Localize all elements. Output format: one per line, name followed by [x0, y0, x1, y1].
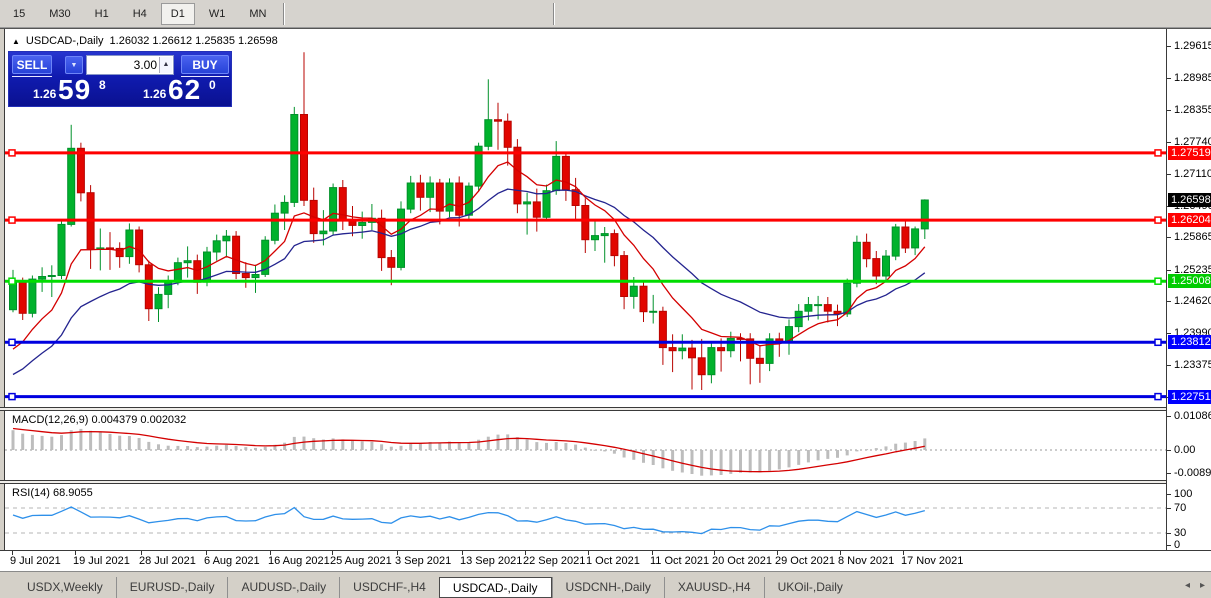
timeframe-button-m30[interactable]: M30 [39, 3, 80, 25]
current-price-badge: 1.26598 [1168, 193, 1211, 207]
tab-scroll-right-icon[interactable]: ▸ [1200, 580, 1205, 591]
mt4-window: 15 M30 H1 H4 D1 W1 MN MACD(12,26,9) 0.004379 0… [0, 0, 1211, 598]
buy-price-prefix: 1.26 [143, 87, 167, 101]
chart-ohlc-values: 1.26032 1.26612 1.25835 1.26598 [109, 35, 278, 47]
volume-input[interactable] [91, 58, 157, 72]
level-price-badge: 1.27519 [1168, 146, 1211, 160]
toolbar-separator [283, 2, 286, 25]
date-label: 6 Aug 2021 [204, 555, 260, 567]
date-label: 16 Aug 2021 [268, 555, 330, 567]
level-price-badge: 1.26204 [1168, 213, 1211, 227]
tab-usdcnhdaily[interactable]: USDCNH-,Daily [551, 577, 664, 598]
date-label: 22 Sep 2021 [523, 555, 586, 567]
tab-ukoildaily[interactable]: UKOil-,Daily [763, 577, 856, 598]
sell-price-big: 59 [58, 74, 92, 105]
buy-price-sup: 0 [209, 78, 216, 92]
timeframe-button-15[interactable]: 15 [3, 3, 35, 25]
buy-price-big: 62 [168, 74, 202, 105]
sell-price-prefix: 1.26 [33, 87, 57, 101]
date-label: 19 Jul 2021 [73, 555, 130, 567]
rsi-line [12, 506, 925, 535]
volume-dropdown-button[interactable]: ▼ [65, 56, 83, 74]
date-label: 13 Sep 2021 [460, 555, 523, 567]
timeframe-button-d1[interactable]: D1 [160, 2, 195, 25]
macd-indicator-label: MACD(12,26,9) 0.004379 0.002032 [12, 414, 187, 426]
date-label: 3 Sep 2021 [395, 555, 452, 567]
date-axis[interactable]: 9 Jul 2021 19 Jul 2021 28 Jul 2021 6 Aug 20… [0, 550, 1211, 572]
date-label: 29 Oct 2021 [775, 555, 835, 567]
rsi-panel[interactable] [5, 484, 1166, 550]
volume-up-spinner[interactable]: ▲ [159, 57, 172, 73]
date-label: 8 Nov 2021 [838, 555, 895, 567]
tab-eurusddaily[interactable]: EURUSD-,Daily [115, 577, 228, 598]
price-axis[interactable]: 1.296151.289851.283551.277401.271101.264… [1167, 29, 1211, 572]
date-label: 28 Jul 2021 [139, 555, 196, 567]
one-click-trading-panel: SELL ▼ ▲ BUY 1.26 59 8 1.26 62 0 [8, 51, 232, 107]
chart-title: ▲ USDCAD-,Daily 1.26032 1.26612 1.25835 … [12, 35, 284, 47]
timeframe-toolbar: 15 M30 H1 H4 D1 W1 MN [0, 0, 1211, 28]
date-label: 25 Aug 2021 [330, 555, 392, 567]
rsi-indicator-label: RSI(14) 68.9055 [12, 487, 93, 499]
chart-symbol-label: USDCAD-,Daily [25, 35, 104, 47]
date-label: 1 Oct 2021 [586, 555, 640, 567]
sell-button[interactable]: SELL [12, 55, 52, 74]
timeframe-button-h1[interactable]: H1 [85, 3, 119, 25]
tab-usdxweekly[interactable]: USDX,Weekly [14, 577, 116, 598]
tab-usdchfh4[interactable]: USDCHF-,H4 [339, 577, 439, 598]
buy-price-display[interactable]: 1.26 62 0 [121, 74, 230, 106]
chart-tab-bar: USDX,Weekly EURUSD-,Daily AUDUSD-,Daily USD… [0, 577, 1211, 598]
tab-xauusdh4[interactable]: XAUUSD-,H4 [663, 577, 764, 598]
sell-price-display[interactable]: 1.26 59 8 [11, 74, 118, 106]
toolbar-separator [553, 3, 555, 25]
buy-button[interactable]: BUY [181, 55, 229, 74]
level-price-badge: 1.22751 [1168, 390, 1211, 404]
date-label: 9 Jul 2021 [10, 555, 61, 567]
date-label: 20 Oct 2021 [712, 555, 772, 567]
date-label: 17 Nov 2021 [901, 555, 964, 567]
tab-scroll-arrows: ◂ ▸ [1185, 580, 1205, 591]
tab-usdcaddaily[interactable]: USDCAD-,Daily [438, 577, 552, 598]
volume-box: ▲ [86, 55, 174, 75]
timeframe-button-h4[interactable]: H4 [123, 3, 157, 25]
collapse-triangle-icon[interactable]: ▲ [12, 37, 20, 46]
timeframe-button-w1[interactable]: W1 [199, 3, 236, 25]
sell-price-sup: 8 [99, 78, 106, 92]
tab-audusddaily[interactable]: AUDUSD-,Daily [227, 577, 339, 598]
tab-scroll-left-icon[interactable]: ◂ [1185, 580, 1190, 591]
date-label: 11 Oct 2021 [650, 555, 710, 567]
level-price-badge: 1.25008 [1168, 274, 1211, 288]
level-price-badge: 1.23812 [1168, 335, 1211, 349]
chart-window: MACD(12,26,9) 0.004379 0.002032 RSI(14) … [0, 28, 1211, 572]
timeframe-button-mn[interactable]: MN [239, 3, 276, 25]
